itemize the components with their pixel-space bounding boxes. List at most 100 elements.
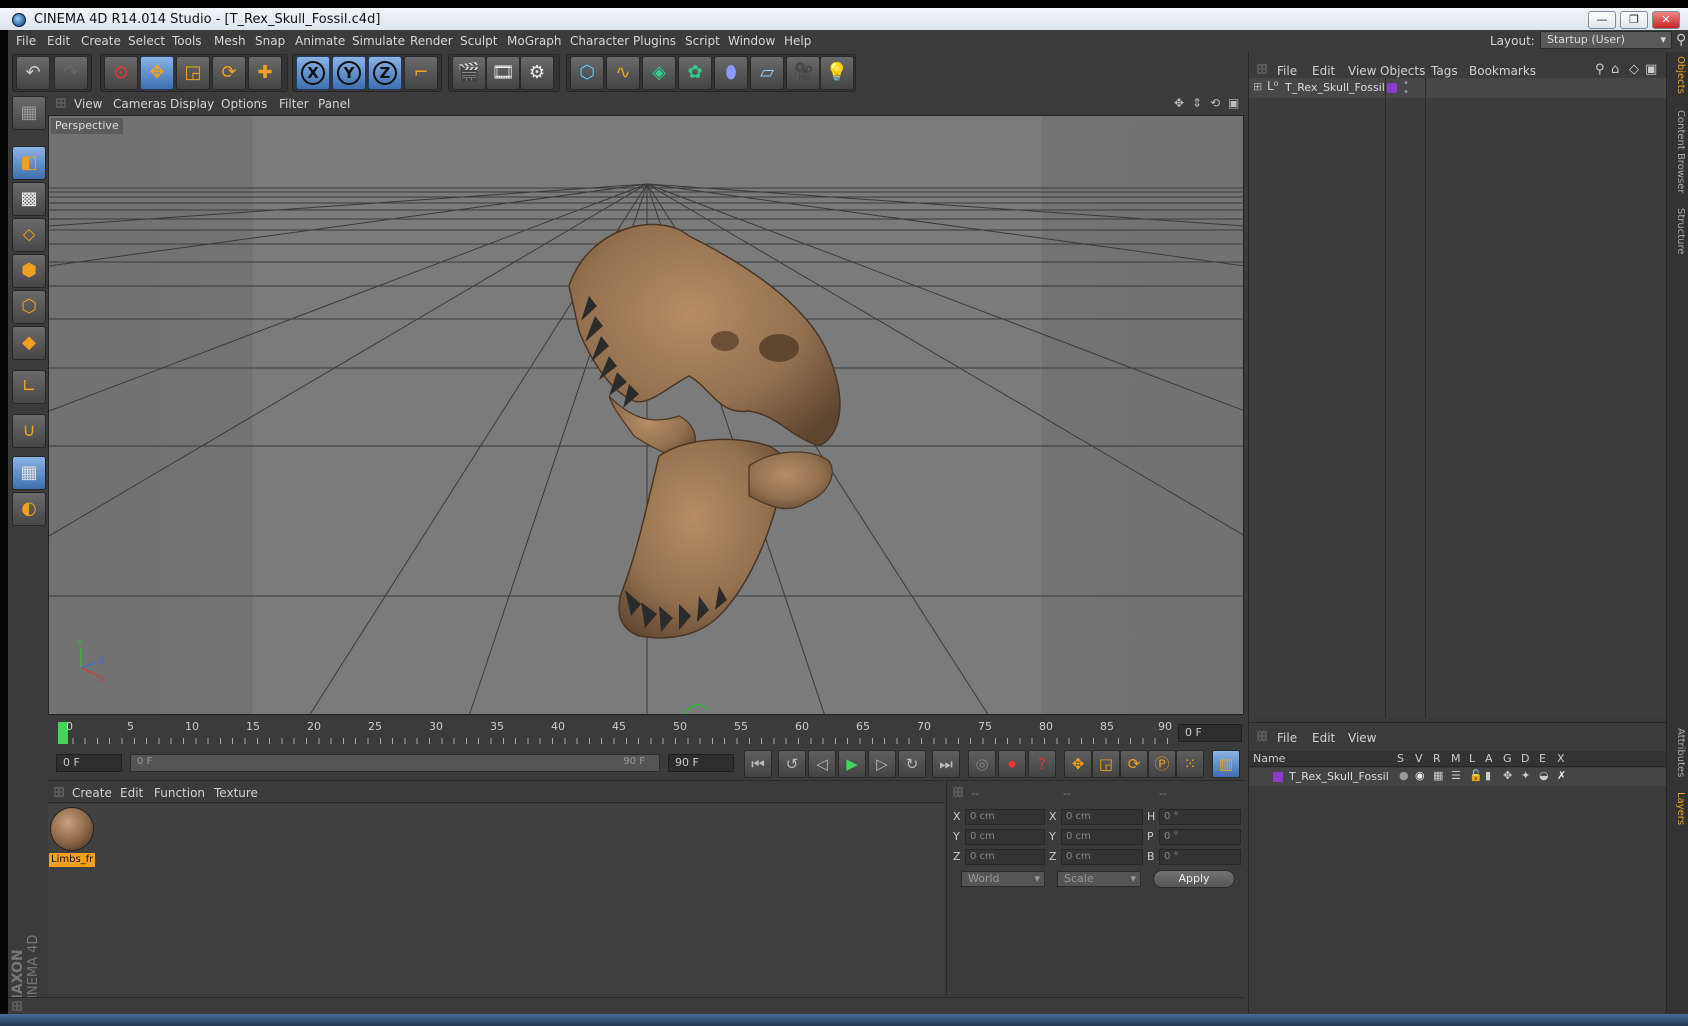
camera-icon[interactable]: 🎥 — [786, 56, 820, 90]
size-x-field[interactable]: 0 cm — [1061, 809, 1143, 825]
key-rotation-icon[interactable]: ⟳ — [1120, 750, 1148, 778]
layer-name[interactable]: T_Rex_Skull_Fossil — [1289, 770, 1389, 783]
x-axis-lock-button[interactable]: X — [296, 56, 330, 90]
snap-magnet-icon[interactable]: ∪ — [12, 414, 46, 448]
polygons-mode-icon[interactable]: ◆ — [12, 326, 46, 360]
layout-dropdown[interactable]: Startup (User) ▾ — [1540, 31, 1672, 49]
keyframe-selection-icon[interactable]: ? — [1028, 750, 1056, 778]
size-z-field[interactable]: 0 cm — [1061, 849, 1143, 865]
viewport-menu-panel[interactable]: Panel — [318, 97, 350, 111]
panel-grip-icon[interactable] — [54, 787, 64, 797]
key-parameter-icon[interactable]: Ⓟ — [1148, 750, 1176, 778]
make-editable-icon[interactable]: ▦ — [12, 96, 46, 130]
floor-icon[interactable]: ▱ — [750, 56, 784, 90]
material-list[interactable]: Limbs_fr — [48, 804, 944, 994]
go-to-start-icon[interactable]: ⏮ — [744, 750, 772, 778]
layer-col-expressions[interactable]: E — [1539, 752, 1546, 765]
object-menu-view[interactable]: View — [1348, 64, 1376, 78]
autokeying-icon[interactable]: ⏺ — [998, 750, 1026, 778]
position-z-field[interactable]: 0 cm — [965, 849, 1045, 865]
panel-grip-icon[interactable] — [12, 1001, 22, 1011]
layer-col-solo[interactable]: S — [1397, 752, 1404, 765]
deformer-icon[interactable]: ⬮ — [714, 56, 748, 90]
menu-snap[interactable]: Snap — [255, 34, 285, 48]
position-x-field[interactable]: 0 cm — [965, 809, 1045, 825]
material-preview[interactable] — [50, 807, 94, 851]
time-range-slider[interactable]: 0 F 90 F — [130, 754, 660, 772]
object-menu-objects[interactable]: Objects — [1380, 64, 1425, 78]
object-menu-file[interactable]: File — [1277, 64, 1297, 78]
layer-col-view[interactable]: V — [1415, 752, 1423, 765]
layer-color-swatch[interactable] — [1387, 83, 1397, 93]
material-menu-function[interactable]: Function — [154, 786, 205, 800]
key-point-level-icon[interactable]: ⁙ — [1176, 750, 1204, 778]
layer-col-deformers[interactable]: D — [1521, 752, 1529, 765]
animation-icon[interactable]: ▮ — [1485, 769, 1491, 782]
panel-grip-icon[interactable] — [1257, 64, 1267, 74]
menu-animate[interactable]: Animate — [295, 34, 345, 48]
object-menu-bookmarks[interactable]: Bookmarks — [1469, 64, 1536, 78]
search-icon[interactable]: ⚲ — [1676, 32, 1686, 48]
viewport-pan-icon[interactable]: ✥ — [1174, 96, 1184, 110]
perspective-viewport[interactable]: Y Z X Perspective — [48, 115, 1244, 715]
material-menu-create[interactable]: Create — [72, 786, 112, 800]
object-menu-edit[interactable]: Edit — [1312, 64, 1335, 78]
add-tool-icon[interactable]: ✚ — [248, 56, 282, 90]
apply-button[interactable]: Apply — [1153, 870, 1235, 888]
tab-objects[interactable]: Objects — [1670, 56, 1686, 94]
object-row[interactable]: ⊞ L⁰ T_Rex_Skull_Fossil • • — [1249, 78, 1667, 98]
max-time-field[interactable]: 90 F — [668, 754, 734, 772]
previous-frame-icon[interactable]: ◁ — [808, 750, 836, 778]
menu-window[interactable]: Window — [728, 34, 775, 48]
render-icon[interactable]: ▦ — [1433, 769, 1443, 782]
workplane-icon[interactable]: ⬦ — [12, 218, 46, 252]
layer-col-xref[interactable]: X — [1557, 752, 1565, 765]
key-position-icon[interactable]: ✥ — [1064, 750, 1092, 778]
coordinate-mode-dropdown[interactable]: Scale ▾ — [1057, 871, 1141, 887]
up-arrow-icon[interactable]: ◇ — [1629, 62, 1639, 77]
menu-plugins[interactable]: Plugins — [633, 34, 676, 48]
coordinate-system-icon[interactable]: ⌐ — [404, 56, 438, 90]
min-time-field[interactable]: 0 F — [56, 754, 122, 772]
layer-col-render[interactable]: R — [1433, 752, 1441, 765]
viewport-menu-options[interactable]: Options — [221, 97, 267, 111]
home-icon[interactable]: ⌂ — [1611, 62, 1619, 77]
solo-icon[interactable]: ● — [1399, 769, 1409, 782]
subdivision-icon[interactable]: ◈ — [642, 56, 676, 90]
layer-row[interactable]: T_Rex_Skull_Fossil ● ◉ ▦ ☰ 🔓 ▮ ✥ ✦ ◒ ✗ — [1249, 768, 1667, 786]
timeline-ruler[interactable]: 0 5 10 15 20 25 30 35 40 45 50 55 60 65 … — [50, 716, 1244, 746]
points-mode-icon[interactable]: ⬢ — [12, 254, 46, 288]
current-frame-field[interactable]: 0 F — [1178, 724, 1242, 742]
rotate-tool-icon[interactable]: ⟳ — [212, 56, 246, 90]
position-y-field[interactable]: 0 cm — [965, 829, 1045, 845]
material-menu-texture[interactable]: Texture — [214, 786, 258, 800]
manager-icon[interactable]: ☰ — [1451, 769, 1461, 782]
viewport-menu-cameras[interactable]: Cameras — [113, 97, 166, 111]
texture-mode-icon[interactable]: ▩ — [12, 182, 46, 216]
column-divider[interactable] — [1385, 78, 1386, 718]
generator-icon[interactable]: ✥ — [1503, 769, 1512, 782]
layer-col-animation[interactable]: A — [1485, 752, 1493, 765]
cube-icon[interactable]: ⬡ — [570, 56, 604, 90]
workplane-lock-icon[interactable]: ▦ — [12, 456, 46, 490]
move-tool-icon[interactable]: ✥ — [140, 56, 174, 90]
tab-content-browser[interactable]: Content Browser — [1670, 110, 1686, 193]
y-axis-lock-button[interactable]: Y — [332, 56, 366, 90]
viewport-maximize-icon[interactable]: ▣ — [1228, 96, 1239, 110]
live-selection-icon[interactable]: ⊙ — [104, 56, 138, 90]
layer-menu-edit[interactable]: Edit — [1312, 731, 1335, 745]
object-name[interactable]: T_Rex_Skull_Fossil — [1285, 81, 1385, 94]
viewport-rotate-icon[interactable]: ⟲ — [1210, 96, 1220, 110]
menu-simulate[interactable]: Simulate — [352, 34, 405, 48]
menu-help[interactable]: Help — [784, 34, 811, 48]
column-divider[interactable] — [1425, 78, 1426, 718]
cloner-icon[interactable]: ✿ — [678, 56, 712, 90]
rotation-h-field[interactable]: 0 ° — [1159, 809, 1241, 825]
next-keyframe-icon[interactable]: ↻ — [898, 750, 926, 778]
material-name-label[interactable]: Limbs_fr — [49, 853, 95, 867]
previous-keyframe-icon[interactable]: ↺ — [778, 750, 806, 778]
light-icon[interactable]: 💡 — [820, 56, 854, 90]
close-button[interactable]: ✕ — [1652, 11, 1680, 29]
expand-icon[interactable]: ⊞ — [1253, 80, 1262, 93]
material-menu-edit[interactable]: Edit — [120, 786, 143, 800]
